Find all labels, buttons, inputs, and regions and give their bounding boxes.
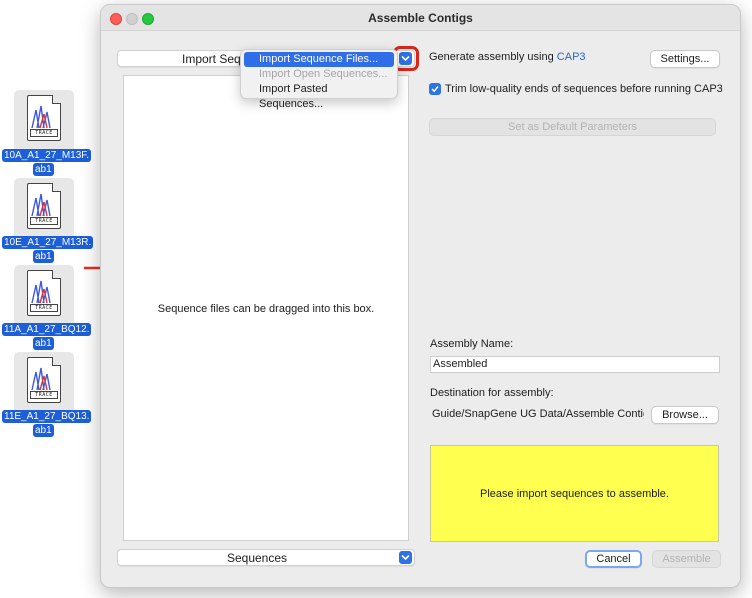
desktop-file[interactable]: TRACE 10E_A1_27_M13R. ab1 bbox=[0, 176, 94, 266]
file-name-label[interactable]: ab1 bbox=[33, 163, 54, 176]
destination-label: Destination for assembly: bbox=[430, 387, 554, 399]
trace-file-icon: TRACE bbox=[14, 90, 74, 154]
file-name-label[interactable]: 10A_A1_27_M13F. bbox=[2, 149, 92, 162]
assemble-contigs-window: Assemble Contigs Import Sequ Sequence fi… bbox=[100, 4, 741, 588]
drop-hint: Sequence files can be dragged into this … bbox=[157, 303, 375, 315]
settings-button[interactable]: Settings... bbox=[650, 50, 720, 68]
title-bar[interactable]: Assemble Contigs bbox=[101, 5, 740, 31]
desktop-file[interactable]: TRACE 11A_A1_27_BQ12. ab1 bbox=[0, 263, 92, 353]
trace-file-icon: TRACE bbox=[14, 265, 74, 329]
import-menu: Import Sequence Files... Import Open Seq… bbox=[240, 49, 398, 110]
file-name-label[interactable]: 11A_A1_27_BQ12. bbox=[2, 323, 92, 336]
assembly-name-label: Assembly Name: bbox=[430, 338, 514, 350]
trim-checkbox[interactable] bbox=[429, 83, 441, 95]
file-name-label[interactable]: ab1 bbox=[33, 424, 54, 437]
generate-prefix: Generate assembly using bbox=[429, 51, 554, 63]
file-name-label[interactable]: ab1 bbox=[33, 337, 54, 350]
menu-item-import-open-sequences: Import Open Sequences... bbox=[259, 68, 388, 80]
sequence-drop-box[interactable]: Sequence files can be dragged into this … bbox=[123, 75, 409, 541]
sequences-popup-label: Sequences bbox=[226, 551, 288, 565]
file-name-label[interactable]: 11E_A1_27_BQ13. bbox=[2, 410, 92, 423]
browse-button[interactable]: Browse... bbox=[651, 406, 719, 424]
menu-item-import-sequence-files[interactable]: Import Sequence Files... bbox=[244, 52, 394, 67]
file-name-label[interactable]: 10E_A1_27_M13R. bbox=[2, 236, 94, 249]
status-box: Please import sequences to assemble. bbox=[430, 445, 719, 542]
cancel-button[interactable]: Cancel bbox=[585, 550, 642, 568]
set-default-parameters-button: Set as Default Parameters bbox=[429, 118, 716, 136]
generate-assembly-label: Generate assembly using CAP3 bbox=[429, 51, 586, 63]
destination-field[interactable]: Guide/SnapGene UG Data/Assemble Contigs/ bbox=[430, 407, 644, 424]
assembly-name-input[interactable]: Assembled bbox=[430, 356, 720, 373]
menu-item-import-pasted-sequences[interactable]: Import Pasted Sequences... bbox=[244, 82, 394, 110]
desktop-file[interactable]: TRACE 10A_A1_27_M13F. ab1 bbox=[0, 88, 92, 178]
trace-file-icon: TRACE bbox=[14, 352, 74, 416]
trace-file-icon: TRACE bbox=[14, 178, 74, 242]
window-title: Assemble Contigs bbox=[368, 11, 473, 25]
trim-label: Trim low-quality ends of sequences befor… bbox=[445, 83, 723, 95]
sequences-popup-button[interactable]: Sequences bbox=[117, 549, 415, 566]
assemble-button: Assemble bbox=[652, 550, 721, 568]
chevron-down-icon[interactable] bbox=[399, 551, 412, 564]
desktop-file[interactable]: TRACE 11E_A1_27_BQ13. ab1 bbox=[0, 350, 92, 440]
status-message: Please import sequences to assemble. bbox=[480, 488, 669, 500]
file-name-label[interactable]: ab1 bbox=[33, 250, 54, 263]
cap3-link[interactable]: CAP3 bbox=[557, 51, 586, 63]
